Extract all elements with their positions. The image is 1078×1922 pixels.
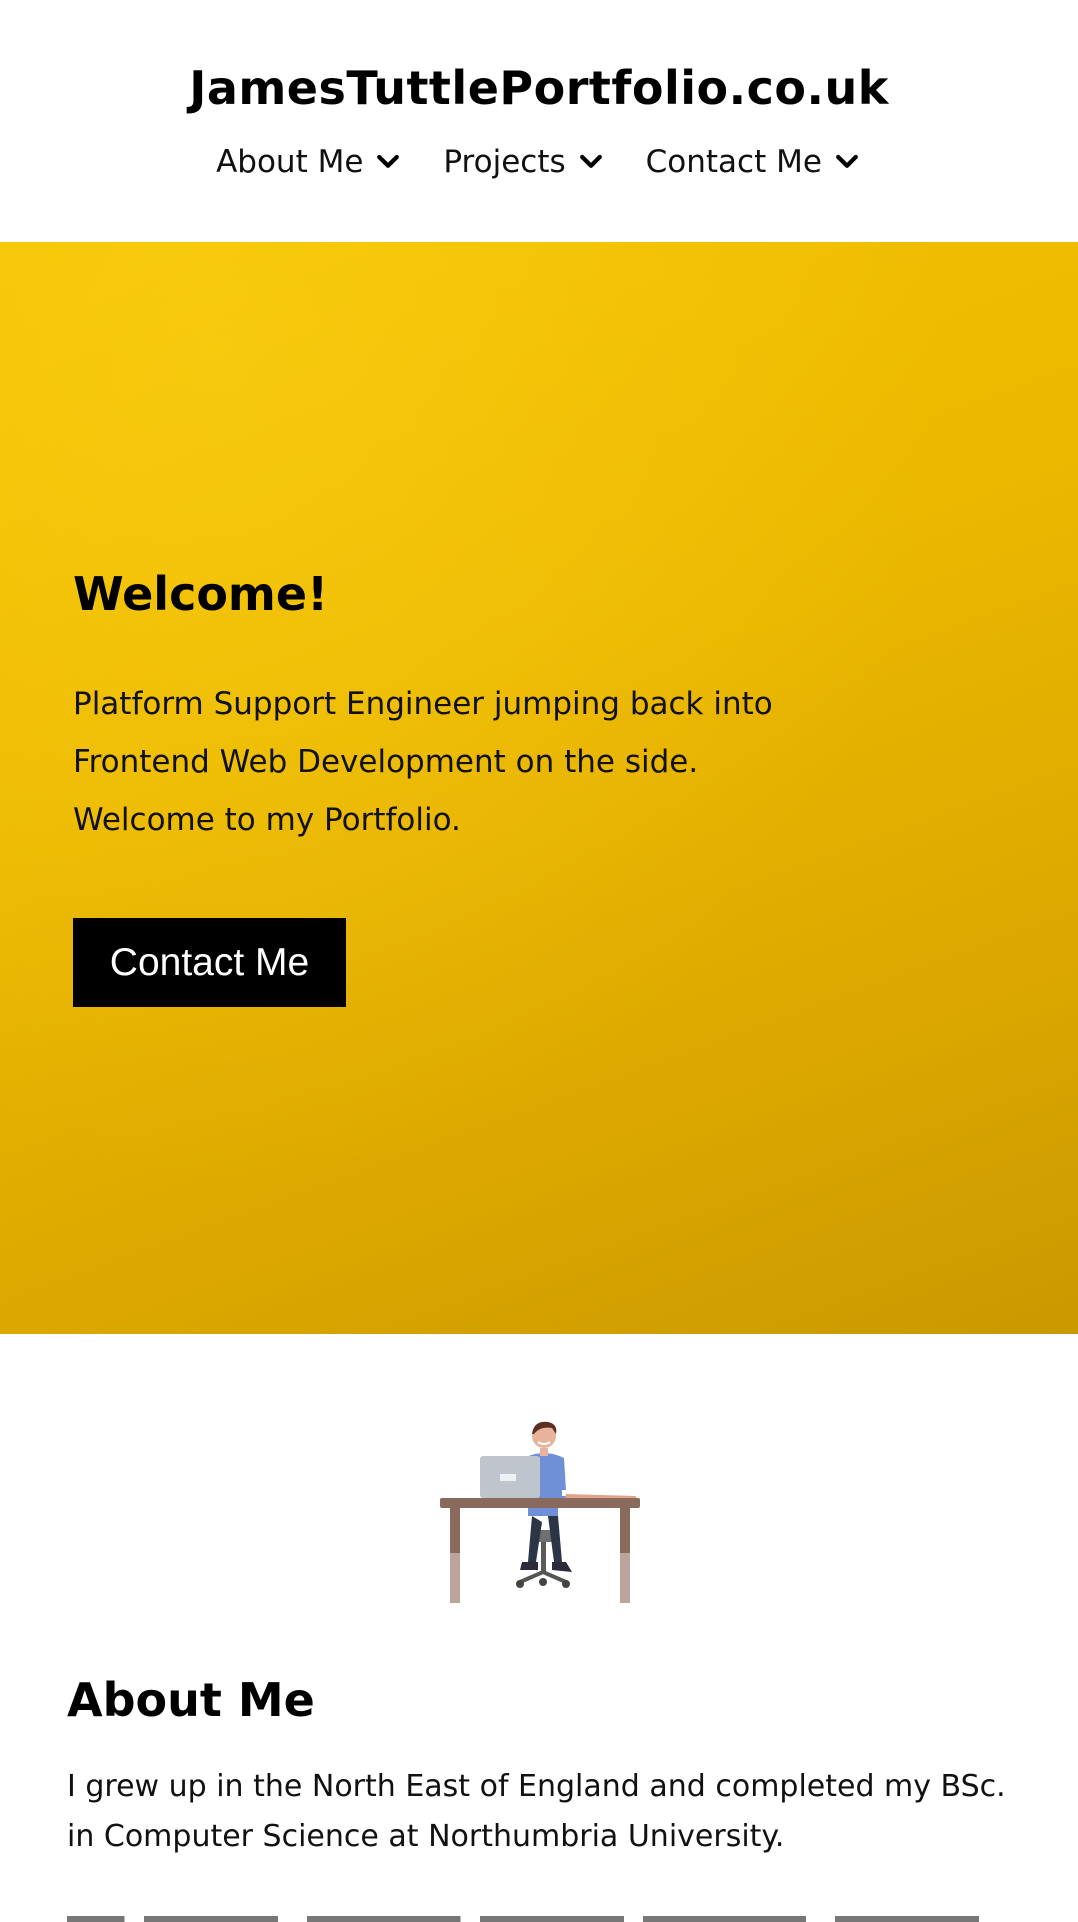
- person-at-desk-illustration: [440, 1421, 640, 1603]
- nav-item-label: Contact Me: [645, 144, 822, 180]
- about-description-line: in Computer Science at Northumbria Unive…: [67, 1819, 785, 1854]
- chevron-down-icon: [377, 154, 400, 168]
- site-header: JamesTuttlePortfolio.co.uk About Me Proj…: [0, 0, 1078, 242]
- about-description: I grew up in the North East of England a…: [67, 1762, 1027, 1862]
- nav-item-projects[interactable]: Projects: [443, 142, 605, 182]
- main-nav: About Me Projects Contact Me: [0, 142, 1078, 182]
- hero-title: Welcome!: [73, 567, 329, 621]
- chevron-down-icon: [836, 154, 858, 168]
- page: JamesTuttlePortfolio.co.uk About Me Proj…: [0, 0, 1078, 1922]
- contact-me-button[interactable]: Contact Me: [73, 918, 346, 1007]
- site-title[interactable]: JamesTuttlePortfolio.co.uk: [0, 58, 1078, 118]
- nav-item-about-me[interactable]: About Me: [216, 142, 403, 182]
- hero-section: Welcome! Platform Support Engineer jumpi…: [0, 242, 1078, 1334]
- hero-description: Platform Support Engineer jumping back i…: [73, 675, 873, 849]
- nav-item-contact-me[interactable]: Contact Me: [646, 142, 862, 182]
- nav-item-label: About Me: [216, 144, 364, 180]
- hero-description-line: Frontend Web Development on the side.: [73, 744, 699, 780]
- about-description-line: I grew up in the North East of England a…: [67, 1769, 1006, 1804]
- hero-description-line: Platform Support Engineer jumping back i…: [73, 686, 773, 722]
- chevron-down-icon: [579, 154, 602, 168]
- about-next-paragraph-clipped: [67, 1904, 1027, 1922]
- nav-item-label: Projects: [443, 144, 566, 180]
- about-title: About Me: [67, 1673, 315, 1727]
- hero-description-line: Welcome to my Portfolio.: [73, 802, 461, 838]
